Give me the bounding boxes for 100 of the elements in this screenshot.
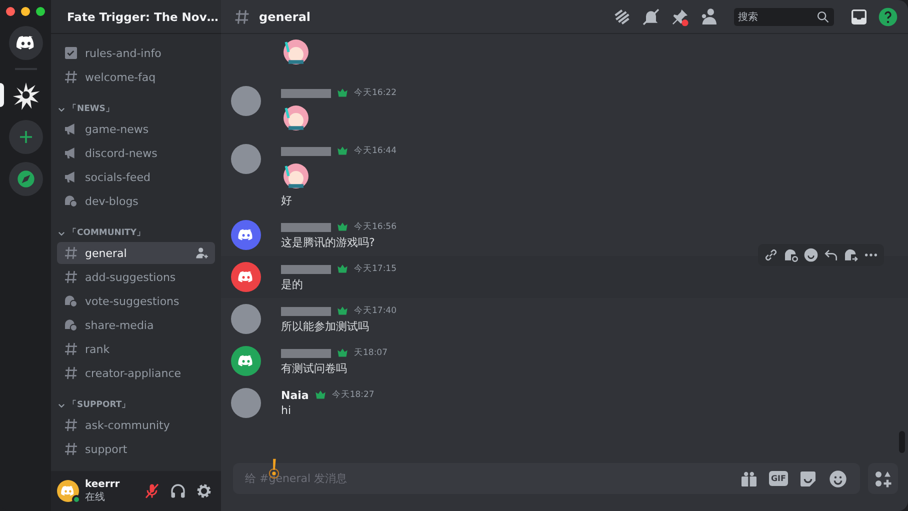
- sticker-drawing: [281, 161, 311, 191]
- server-name[interactable]: Fate Trigger: The Nov…: [67, 10, 218, 24]
- badge-icon: [336, 262, 349, 276]
- home-button[interactable]: [8, 26, 42, 60]
- add-server-button[interactable]: [8, 120, 42, 154]
- channel-item[interactable]: game-news: [57, 118, 215, 140]
- username[interactable]: Naia: [281, 388, 309, 402]
- timestamp: 今天16:44: [354, 145, 396, 157]
- channel-item[interactable]: rank: [57, 338, 215, 360]
- category-header[interactable]: 「NEWS」: [57, 100, 215, 118]
- badge-icon: [336, 346, 349, 360]
- close-window-button[interactable]: [6, 7, 15, 16]
- channel-item[interactable]: ask-community: [57, 414, 215, 436]
- username: keerrr: [85, 478, 121, 490]
- channel-item[interactable]: rules-and-info: [57, 42, 215, 64]
- speech-bubble-forward-icon[interactable]: [843, 247, 859, 263]
- muted-bell-icon[interactable]: [641, 6, 661, 26]
- channel-item[interactable]: socials-feed: [57, 166, 215, 188]
- speech-bubbles-icon: [63, 193, 79, 209]
- message-text: 所以能参加测试吗: [281, 319, 370, 335]
- category-header[interactable]: 「COMMUNITY」: [57, 224, 215, 242]
- pin-icon[interactable]: [670, 6, 690, 26]
- headphones-icon[interactable]: [169, 482, 187, 500]
- inbox-icon[interactable]: [849, 6, 869, 26]
- speech-bubbles-icon: [63, 293, 79, 309]
- help-icon[interactable]: [878, 6, 898, 26]
- channel-item[interactable]: creator-appliance: [57, 362, 215, 384]
- channel-item[interactable]: dev-blogs: [57, 190, 215, 212]
- link-icon[interactable]: [763, 247, 779, 263]
- scrollbar-thumb[interactable]: [899, 431, 905, 453]
- avatar-photo-placeholder[interactable]: [231, 388, 261, 418]
- avatar[interactable]: [231, 220, 261, 250]
- timestamp: 今天17:40: [354, 305, 396, 317]
- maximize-window-button[interactable]: [36, 7, 45, 16]
- speech-bubble-refresh-icon[interactable]: [783, 247, 799, 263]
- badge-icon: [336, 304, 349, 318]
- message-text: hi: [281, 403, 292, 419]
- message-text: 这是腾讯的游戏吗?: [281, 235, 376, 251]
- timestamp: 今天16:22: [354, 87, 396, 99]
- redacted-username: [281, 146, 331, 156]
- sticker-drawing: [281, 103, 311, 133]
- muted-microphone-icon[interactable]: [143, 482, 161, 500]
- channel-item[interactable]: discord-news: [57, 142, 215, 164]
- members-icon[interactable]: [699, 6, 719, 26]
- user-avatar[interactable]: [57, 480, 79, 502]
- add-member-icon[interactable]: [195, 246, 209, 260]
- reply-icon[interactable]: [823, 247, 839, 263]
- search-icon: [816, 10, 830, 24]
- avatar-photo-placeholder[interactable]: [231, 304, 261, 334]
- channel-item[interactable]: welcome-faq: [57, 66, 215, 88]
- badge-icon: [336, 86, 349, 100]
- hash-icon: [63, 341, 79, 357]
- message-text: 是的: [281, 277, 304, 293]
- emoji-icon[interactable]: [803, 247, 819, 263]
- channel-item[interactable]: add-suggestions: [57, 266, 215, 288]
- badge-icon: [336, 144, 349, 158]
- sticker-icon[interactable]: [798, 468, 818, 488]
- badge-icon: [314, 388, 327, 402]
- hash-icon: [63, 269, 79, 285]
- category-header[interactable]: 「SUPPORT」: [57, 396, 215, 414]
- settings-icon[interactable]: [195, 482, 213, 500]
- channel-item[interactable]: general: [57, 242, 215, 264]
- timestamp: 今天17:15: [354, 263, 396, 275]
- search-field[interactable]: 搜索: [734, 8, 834, 26]
- channel-title: general: [259, 10, 311, 24]
- speech-bubbles-icon: [63, 317, 79, 333]
- emoji-icon[interactable]: [828, 468, 848, 488]
- timestamp: 今天18:27: [332, 389, 374, 401]
- avatar-photo-placeholder[interactable]: [231, 86, 261, 116]
- gif-button[interactable]: GIF: [768, 471, 788, 486]
- avatar[interactable]: [231, 262, 261, 292]
- checklist-icon: [63, 45, 79, 61]
- compass-icon: [16, 169, 36, 189]
- sticker-drawing: [281, 37, 311, 67]
- redacted-username: [281, 348, 331, 358]
- channel-item[interactable]: vote-suggestions: [57, 290, 215, 312]
- hash-icon: [63, 245, 79, 261]
- hash-icon: [233, 8, 251, 26]
- redacted-username: [281, 222, 331, 232]
- threads-icon[interactable]: [612, 6, 632, 26]
- avatar[interactable]: [231, 346, 261, 376]
- user-status: 在线: [85, 490, 106, 504]
- redacted-username: [281, 264, 331, 274]
- shapes-icon: [874, 470, 892, 488]
- minimize-window-button[interactable]: [21, 7, 30, 16]
- redacted-username: [281, 306, 331, 316]
- badge-icon: [336, 220, 349, 234]
- explore-button[interactable]: [8, 162, 42, 196]
- channel-item[interactable]: share-media: [57, 314, 215, 336]
- channel-item[interactable]: support: [57, 438, 215, 460]
- avatar-photo-placeholder[interactable]: [231, 144, 261, 174]
- hash-icon: [63, 69, 79, 85]
- timestamp: 天18:07: [354, 347, 388, 359]
- hash-icon: [63, 441, 79, 457]
- message-text: 有测试问卷吗: [281, 361, 348, 377]
- online-status-dot: [72, 495, 81, 504]
- hash-icon: [63, 417, 79, 433]
- apps-button[interactable]: [868, 463, 898, 494]
- hash-icon: [63, 365, 79, 381]
- timestamp: 今天16:56: [354, 221, 396, 233]
